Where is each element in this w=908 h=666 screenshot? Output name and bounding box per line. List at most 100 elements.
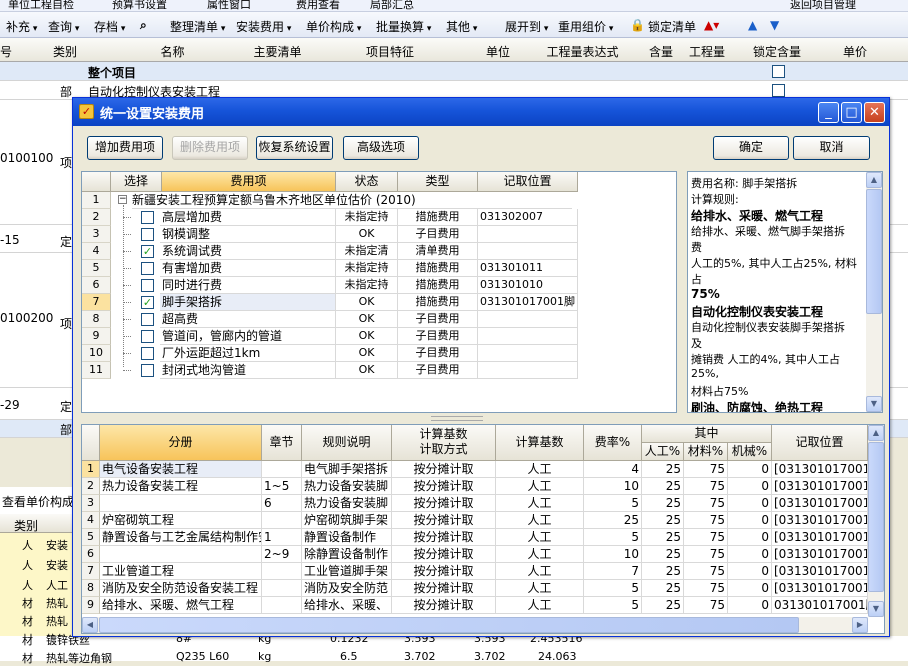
select-checkbox[interactable]: ✓ <box>141 296 154 309</box>
select-checkbox[interactable] <box>141 313 154 326</box>
method-cell[interactable]: 按分摊计取 <box>392 580 496 597</box>
rate-cell[interactable]: 25 <box>584 512 642 529</box>
fee-position[interactable] <box>478 362 578 379</box>
fee-position[interactable] <box>478 328 578 345</box>
fee-item-name[interactable]: 管道间，管廊内的管道 <box>160 328 336 345</box>
expand-to-menu[interactable]: 展开到 <box>505 18 548 35</box>
fee-item-name[interactable]: 同时进行费 <box>160 277 336 294</box>
method-cell[interactable]: 按分摊计取 <box>392 563 496 580</box>
table-row[interactable]: 整个项目 <box>0 62 908 81</box>
position-cell[interactable]: [031301017001脚 <box>772 563 868 580</box>
position-cell[interactable]: [031301017001脚 <box>772 461 868 478</box>
position-cell[interactable]: [031301017001脚 <box>772 495 868 512</box>
rate-cell[interactable]: 10 <box>584 478 642 495</box>
find-icon[interactable]: ⌕ <box>140 18 147 33</box>
fee-item-name[interactable]: 封闭式地沟管道 <box>160 362 336 379</box>
rate-cell[interactable]: 5 <box>584 580 642 597</box>
self-check-button[interactable]: 单位工程自检 <box>8 0 74 11</box>
fee-item-name[interactable]: 脚手架搭拆 <box>160 294 336 311</box>
close-icon[interactable]: ✕ <box>864 102 885 123</box>
position-cell[interactable]: [031301017001脚 <box>772 478 868 495</box>
fee-item-row[interactable]: 9 管道间，管廊内的管道 OK 子目费用 <box>82 328 676 345</box>
lock-checkbox[interactable] <box>772 84 785 97</box>
rule-row[interactable]: 9 给排水、采暖、燃气工程 给排水、采暖、 按分摊计取 人工 5 25 75 0 03130101… <box>82 597 868 614</box>
scroll-down-icon[interactable]: ▼ <box>866 396 882 412</box>
rule-row[interactable]: 1 电气设备安装工程 电气脚手架搭拆 按分摊计取 人工 4 25 75 0 [0313010170… <box>82 461 868 478</box>
method-cell[interactable]: 按分摊计取 <box>392 478 496 495</box>
scroll-left-icon[interactable]: ◀ <box>82 617 98 633</box>
info-scrollbar[interactable]: ▲ ▼ <box>866 172 882 412</box>
fee-position[interactable] <box>478 226 578 243</box>
scroll-down-icon[interactable]: ▼ <box>868 601 884 617</box>
scroll-thumb[interactable] <box>868 442 884 592</box>
select-checkbox[interactable] <box>141 347 154 360</box>
scroll-right-icon[interactable]: ▶ <box>852 617 868 633</box>
select-checkbox[interactable]: ✓ <box>141 245 154 258</box>
rate-cell[interactable]: 4 <box>584 461 642 478</box>
fee-item-name[interactable]: 高层增加费 <box>160 209 336 226</box>
rule-row[interactable]: 6 2~9除静置设备制作按分摊计取人工1025750[031301017001脚 <box>82 546 868 563</box>
rule-row[interactable]: 4 炉窑砌筑工程 炉窑砌筑脚手架 按分摊计取 人工 25 25 75 0 [03130101700… <box>82 512 868 529</box>
maximize-icon[interactable]: □ <box>841 102 862 123</box>
method-cell[interactable]: 按分摊计取 <box>392 597 496 614</box>
fee-position[interactable]: 031302007 <box>478 209 578 226</box>
fee-position[interactable]: 031301010 <box>478 277 578 294</box>
method-cell[interactable]: 按分摊计取 <box>392 546 496 563</box>
hscroll-thumb[interactable] <box>99 617 799 633</box>
ok-button[interactable]: 确定 <box>713 136 789 160</box>
position-cell[interactable]: [031301017001脚 <box>772 580 868 597</box>
fee-position[interactable] <box>478 345 578 362</box>
select-checkbox[interactable] <box>141 228 154 241</box>
other-menu[interactable]: 其他 <box>446 18 477 35</box>
fee-item-row[interactable]: 3 钢模调整 OK 子目费用 <box>82 226 676 243</box>
fee-item-name[interactable]: 厂外运距超过1km <box>160 345 336 362</box>
fee-item-row[interactable]: 8 超高费 OK 子目费用 <box>82 311 676 328</box>
method-cell[interactable]: 按分摊计取 <box>392 495 496 512</box>
advanced-options-button[interactable]: 高级选项 <box>343 136 419 160</box>
rules-hscrollbar[interactable]: ◀ ▶ <box>82 617 868 633</box>
rate-cell[interactable]: 7 <box>584 563 642 580</box>
position-cell[interactable]: [031301017001脚 <box>772 546 868 563</box>
move-up-icon[interactable]: ▲ <box>748 18 757 32</box>
scroll-up-icon[interactable]: ▲ <box>866 172 882 188</box>
rule-row[interactable]: 8 消防及安全防范设备安装工程 消防及安全防范 按分摊计取 人工 5 25 75 0 [03130… <box>82 580 868 597</box>
fee-item-name[interactable]: 钢模调整 <box>160 226 336 243</box>
rule-row[interactable]: 3 6热力设备安装脚按分摊计取人工525750[031301017001脚 <box>82 495 868 512</box>
partial-summary-button[interactable]: 局部汇总 <box>370 0 414 11</box>
cancel-button[interactable]: 取消 <box>793 136 870 160</box>
organize-list-menu[interactable]: 整理清单 <box>170 18 225 35</box>
select-checkbox[interactable] <box>141 211 154 224</box>
fee-item-row[interactable]: 4 ✓ 系统调试费 未指定清 清单费用 <box>82 243 676 260</box>
position-cell[interactable]: [031301017001脚 <box>772 512 868 529</box>
method-cell[interactable]: 按分摊计取 <box>392 529 496 546</box>
fee-item-row[interactable]: 5 有害增加费 未指定持 措施费用 031301011 <box>82 260 676 277</box>
rate-cell[interactable]: 10 <box>584 546 642 563</box>
select-checkbox[interactable] <box>141 364 154 377</box>
budget-settings-button[interactable]: 预算书设置 <box>112 0 167 11</box>
unit-price-composition-menu[interactable]: 单价构成 <box>306 18 361 35</box>
rate-cell[interactable]: 5 <box>584 597 642 614</box>
install-fee-menu[interactable]: 安装费用 <box>236 18 291 35</box>
rule-row[interactable]: 5静置设备与工艺金属结构制作安装工程1静置设备制作按分摊计取人工525750[0… <box>82 529 868 546</box>
add-fee-button[interactable]: 增加费用项 <box>87 136 163 160</box>
minimize-icon[interactable]: _ <box>818 102 839 123</box>
fee-group-row[interactable]: 1 − 新疆安装工程预算定额乌鲁木齐地区单位估价 (2010) <box>82 192 676 209</box>
move-down-icon[interactable]: ▼ <box>770 18 779 32</box>
view-composition-tab[interactable]: 查看单价构成 <box>2 493 74 510</box>
fee-position[interactable]: 031301011 <box>478 260 578 277</box>
select-checkbox[interactable] <box>141 279 154 292</box>
position-cell[interactable]: [031301017001脚 <box>772 529 868 546</box>
rule-row[interactable]: 7工业管道工程工业管道脚手架按分摊计取人工725750[031301017001… <box>82 563 868 580</box>
delete-fee-button[interactable]: 删除费用项 <box>172 136 248 160</box>
query-menu[interactable]: 查询 <box>48 18 79 35</box>
color-fill-icon[interactable]: ▲▾ <box>704 18 719 32</box>
splitter-handle[interactable] <box>431 416 483 421</box>
restore-defaults-button[interactable]: 恢复系统设置 <box>256 136 333 160</box>
dialog-titlebar[interactable]: ✓ 统一设置安装费用 _ □ ✕ <box>73 98 889 126</box>
batch-conversion-menu[interactable]: 批量换算 <box>376 18 431 35</box>
lock-checkbox[interactable] <box>772 65 785 78</box>
rate-cell[interactable]: 5 <box>584 495 642 512</box>
fee-item-name[interactable]: 系统调试费 <box>160 243 336 260</box>
fee-item-name[interactable]: 超高费 <box>160 311 336 328</box>
view-fees-button[interactable]: 费用查看 <box>296 0 340 11</box>
